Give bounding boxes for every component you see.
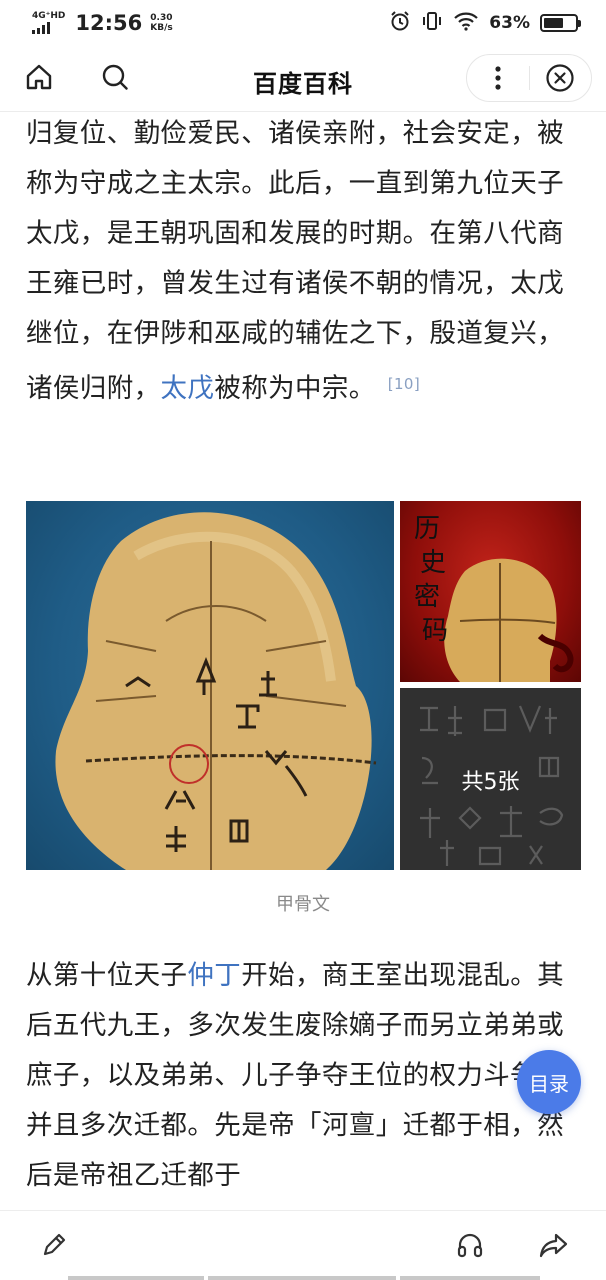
nav-indicator-3 xyxy=(400,1276,540,1280)
more-icon xyxy=(495,66,501,90)
clock: 12:56 xyxy=(75,11,143,35)
thumbnail-title-char-1: 历 xyxy=(414,514,440,544)
image-gallery: 历 史 密 码 共5张 xyxy=(26,501,581,870)
close-icon xyxy=(546,64,574,92)
paragraph-prefix: 从第十位天子 xyxy=(26,960,188,991)
link-zhong-ding[interactable]: 仲丁 xyxy=(187,960,241,991)
battery-percent: 63% xyxy=(489,13,530,33)
share-button[interactable] xyxy=(536,1227,572,1263)
share-icon xyxy=(539,1233,568,1258)
wifi-icon xyxy=(453,10,479,36)
network-indicator: 4G⁺HD xyxy=(32,12,65,34)
more-button[interactable] xyxy=(467,55,529,101)
oracle-bone-thumbnail[interactable]: 历 史 密 码 xyxy=(400,501,581,682)
headphones-icon xyxy=(457,1233,483,1258)
battery-icon xyxy=(540,14,581,32)
thumbnail-title-char-3: 密 xyxy=(414,582,440,612)
paragraph-text: 归复位、勤俭爱民、诸侯亲附，社会安定，被称为守成之主太宗。此后，一直到第九位天子… xyxy=(26,118,564,404)
edit-icon xyxy=(43,1233,66,1256)
alarm-icon xyxy=(389,10,411,36)
gallery-caption: 甲骨文 xyxy=(276,894,330,915)
listen-button[interactable] xyxy=(452,1227,488,1263)
table-of-contents-button[interactable]: 目录 xyxy=(517,1050,581,1114)
oracle-bone-main-image[interactable] xyxy=(26,501,394,870)
gallery-count[interactable]: 共5张 xyxy=(400,764,581,796)
mini-program-capsule xyxy=(466,54,592,102)
status-bar: 4G⁺HD 12:56 0.30 KB/s 63% xyxy=(0,0,606,46)
speed-value: 0.30 xyxy=(150,13,173,23)
citation-link[interactable]: [10] xyxy=(388,375,420,393)
battery-level xyxy=(544,18,563,28)
edit-button[interactable] xyxy=(36,1227,72,1263)
signal-icon xyxy=(32,22,50,34)
vibrate-icon xyxy=(421,10,443,36)
network-type: 4G⁺HD xyxy=(32,11,66,21)
link-tai-wu[interactable]: 太戊 xyxy=(161,373,215,404)
nav-indicator-2 xyxy=(208,1276,396,1280)
thumbnail-title-char-4: 码 xyxy=(422,616,448,646)
speed-unit: KB/s xyxy=(150,23,173,33)
top-nav: 百度百科 xyxy=(0,46,606,112)
article-paragraph-1: 归复位、勤俭爱民、诸侯亲附，社会安定，被称为守成之主太宗。此后，一直到第九位天子… xyxy=(26,109,582,414)
article-paragraph-2: 从第十位天子仲丁开始，商王室出现混乱。其后五代九王，多次发生废除嫡子而另立弟弟或… xyxy=(26,951,582,1201)
network-speed: 0.30 KB/s xyxy=(150,13,172,33)
bottom-toolbar xyxy=(0,1210,606,1280)
paragraph-text: 开始，商王室出现混乱。其后五代九王，多次发生废除嫡子而另立弟弟或庶子，以及弟弟、… xyxy=(26,960,565,1191)
thumbnail-title-char-2: 史 xyxy=(420,548,446,578)
nav-indicator-1 xyxy=(68,1276,204,1280)
rubbing-thumbnail[interactable]: 共5张 xyxy=(400,688,581,870)
paragraph-text-tail: 被称为中宗。 xyxy=(214,373,376,404)
close-button[interactable] xyxy=(529,55,591,101)
